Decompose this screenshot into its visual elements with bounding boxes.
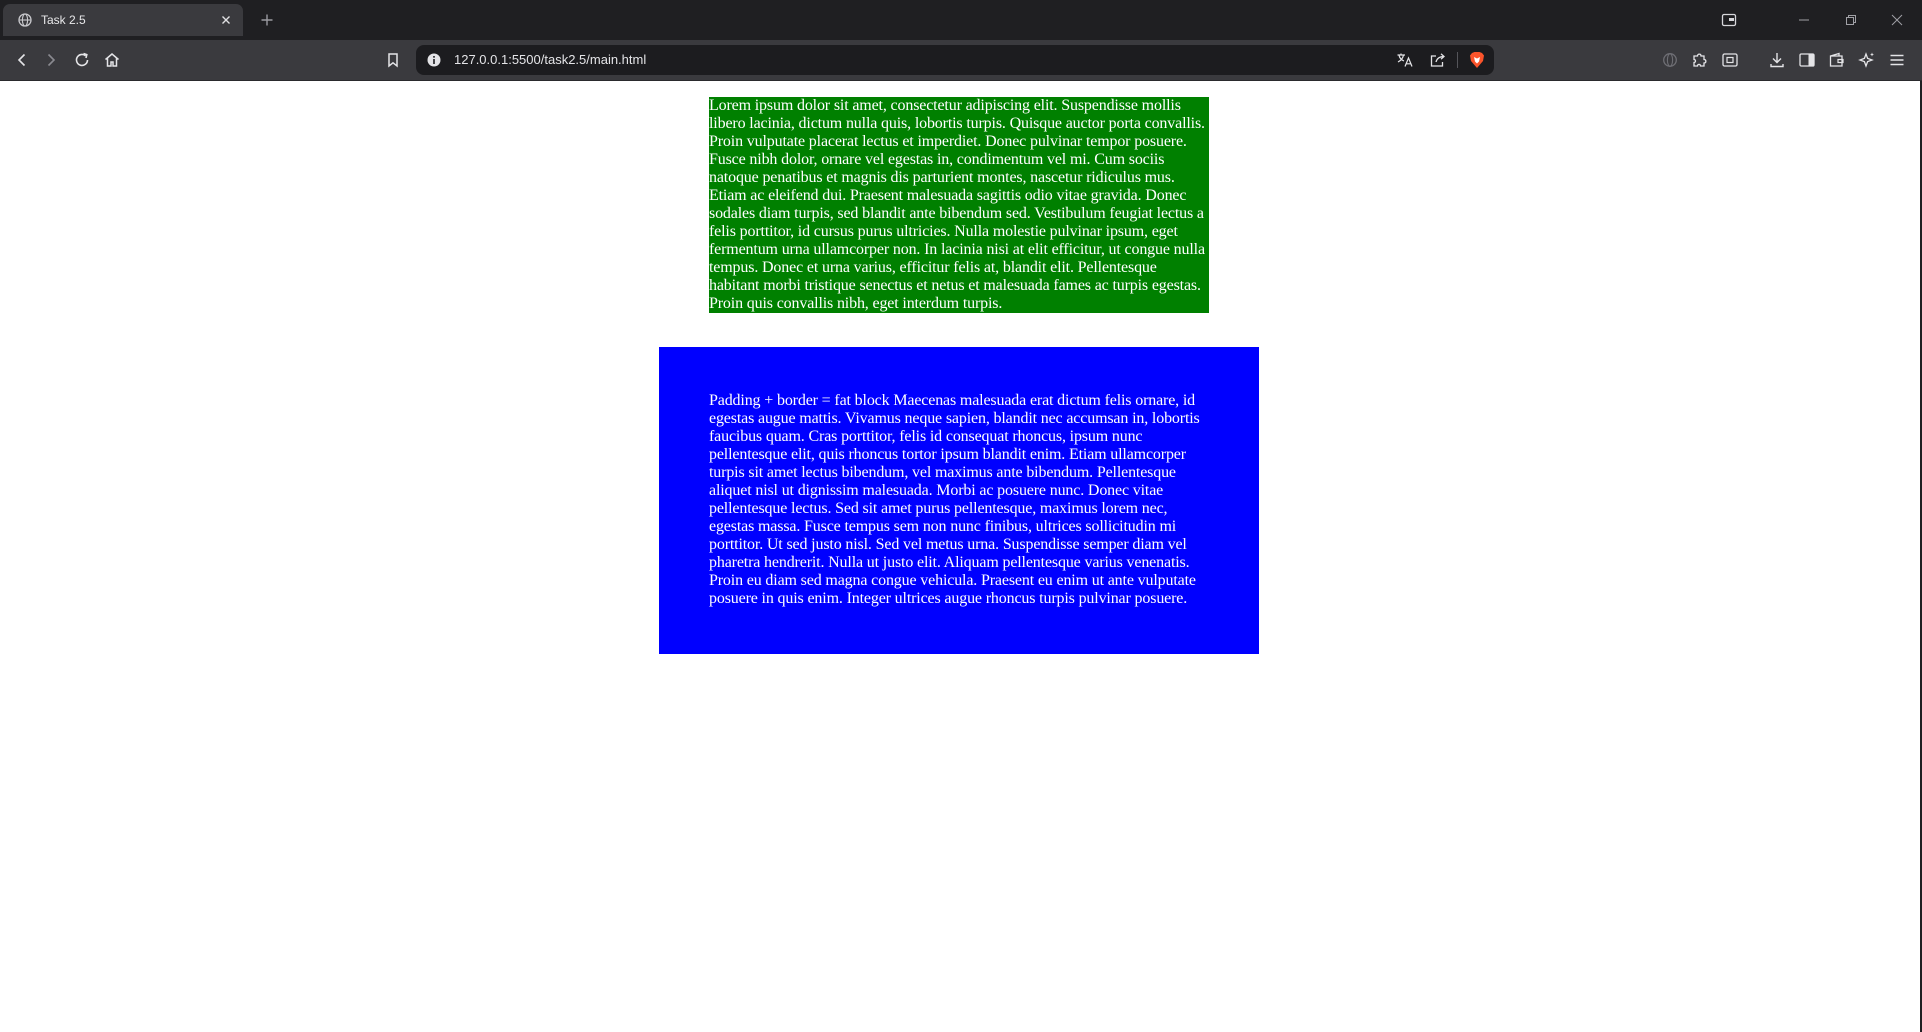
- blue-padded-block: Padding + border = fat block Maecenas ma…: [659, 347, 1259, 654]
- hamburger-menu-icon[interactable]: [1885, 48, 1909, 72]
- translate-icon[interactable]: [1394, 50, 1416, 70]
- restore-icon[interactable]: [1831, 6, 1871, 34]
- globe-icon: [18, 13, 32, 27]
- brave-lion-icon[interactable]: [1466, 50, 1488, 70]
- sidebar-icon[interactable]: [1795, 48, 1819, 72]
- tab-title: Task 2.5: [41, 13, 86, 27]
- tab-search-icon[interactable]: [1709, 6, 1749, 34]
- bookmark-icon[interactable]: [381, 48, 405, 72]
- share-icon[interactable]: [1427, 50, 1449, 70]
- browser-window: Task 2.5 127.0.0.1:5500/task2.5/main.htm…: [0, 0, 1922, 1032]
- minimize-icon[interactable]: [1784, 6, 1824, 34]
- green-block-text: Lorem ipsum dolor sit amet, consectetur …: [709, 97, 1205, 312]
- forward-arrow-icon[interactable]: [39, 48, 63, 72]
- reading-mode-icon[interactable]: [1718, 48, 1742, 72]
- blue-block-text: Padding + border = fat block Maecenas ma…: [709, 392, 1200, 607]
- tab-strip: Task 2.5: [0, 0, 1922, 40]
- vpn-globe-icon[interactable]: [1658, 48, 1682, 72]
- tab-task-2-5[interactable]: Task 2.5: [3, 4, 243, 36]
- green-text-block: Lorem ipsum dolor sit amet, consectetur …: [709, 97, 1209, 313]
- close-tab-icon[interactable]: [217, 11, 235, 29]
- reload-icon[interactable]: [70, 48, 94, 72]
- puzzle-icon[interactable]: [1688, 48, 1712, 72]
- download-icon[interactable]: [1765, 48, 1789, 72]
- back-arrow-icon[interactable]: [10, 48, 34, 72]
- new-tab-icon[interactable]: [256, 9, 278, 31]
- address-bar[interactable]: 127.0.0.1:5500/task2.5/main.html: [416, 45, 1494, 75]
- url-text[interactable]: 127.0.0.1:5500/task2.5/main.html: [454, 52, 646, 67]
- navigation-toolbar: 127.0.0.1:5500/task2.5/main.html: [0, 40, 1922, 81]
- address-bar-divider: [1457, 52, 1458, 68]
- info-icon[interactable]: [426, 52, 442, 68]
- page-viewport: Lorem ipsum dolor sit amet, consectetur …: [0, 81, 1920, 1032]
- close-window-icon[interactable]: [1877, 6, 1917, 34]
- wallet-icon[interactable]: [1825, 48, 1849, 72]
- leo-sparkle-icon[interactable]: [1855, 48, 1879, 72]
- home-icon[interactable]: [100, 48, 124, 72]
